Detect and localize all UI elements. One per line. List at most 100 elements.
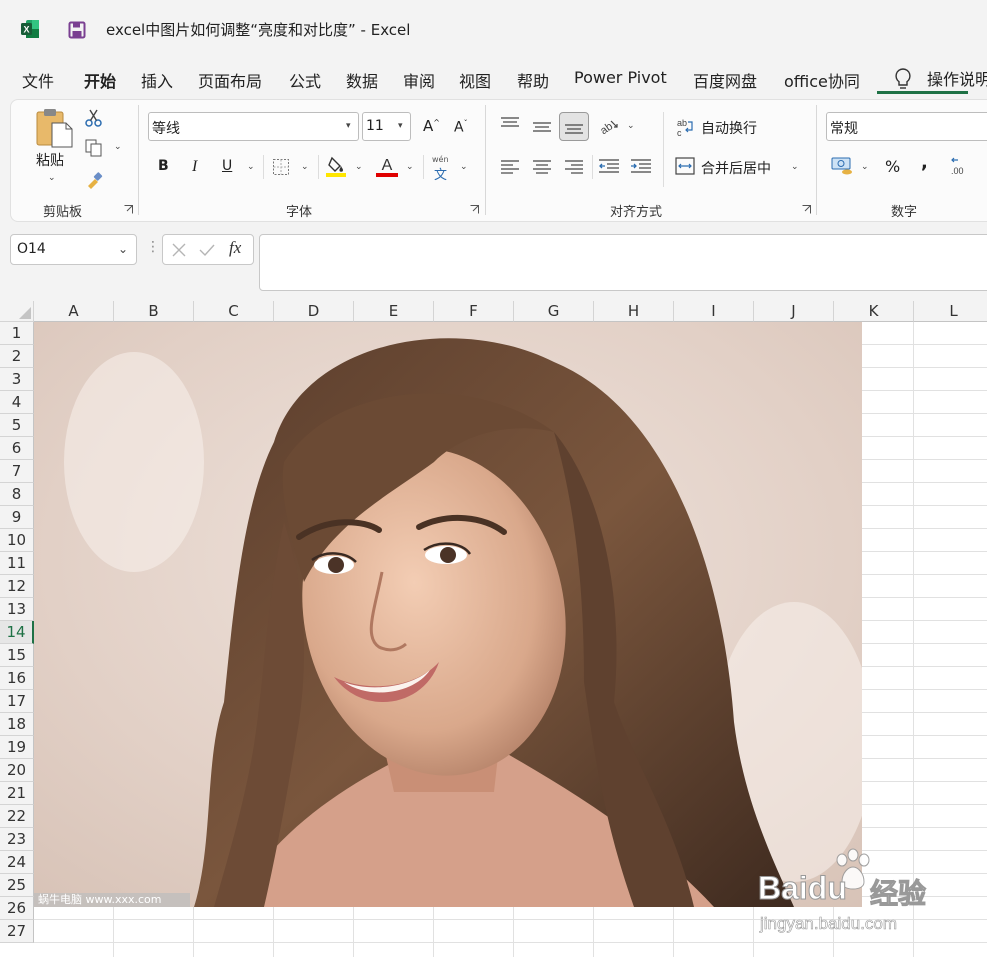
font-size-select[interactable]: 11 [362, 112, 411, 141]
underline-button[interactable]: U [222, 158, 232, 174]
align-right-icon[interactable] [564, 159, 584, 175]
copy-dropdown-icon[interactable]: ⌄ [114, 142, 122, 152]
font-color-icon[interactable]: A [376, 155, 398, 177]
font-launcher-icon[interactable] [470, 205, 479, 214]
insert-function-button[interactable]: fx [229, 238, 241, 258]
column-header-a[interactable]: A [34, 301, 114, 322]
row-header-22[interactable]: 22 [0, 805, 34, 828]
wrap-text-button[interactable]: 自动换行 [701, 118, 757, 138]
wrap-text-icon[interactable]: ab c [677, 117, 695, 137]
chevron-down-icon[interactable]: ▾ [346, 121, 351, 131]
increase-decimal-icon[interactable]: .00 [950, 156, 970, 176]
row-header-19[interactable]: 19 [0, 736, 34, 759]
chevron-down-icon[interactable]: ⌄ [355, 162, 363, 172]
row-header-26[interactable]: 26 [0, 897, 34, 920]
inserted-picture[interactable]: 蜗牛电脑 www.xxx.com [34, 322, 862, 907]
tab-tell-me[interactable]: 操作说明 [927, 66, 987, 90]
row-header-25[interactable]: 25 [0, 874, 34, 897]
chevron-down-icon[interactable]: ⌄ [460, 162, 468, 172]
align-top-icon[interactable] [500, 116, 520, 132]
align-middle-icon[interactable] [532, 119, 552, 135]
row-header-13[interactable]: 13 [0, 598, 34, 621]
tab-review[interactable]: 审阅 [403, 68, 435, 92]
clipboard-launcher-icon[interactable] [124, 205, 133, 214]
text-orientation-icon[interactable]: ab [598, 116, 620, 136]
fill-color-icon[interactable] [326, 155, 346, 177]
tab-insert[interactable]: 插入 [141, 68, 173, 92]
formula-bar-splitter[interactable]: ⋮ [146, 239, 160, 255]
row-header-27[interactable]: 27 [0, 920, 34, 943]
column-header-c[interactable]: C [194, 301, 274, 322]
decrease-indent-icon[interactable] [598, 158, 620, 176]
cut-icon[interactable] [84, 108, 104, 128]
font-name-select[interactable]: 等线 [148, 112, 359, 141]
row-header-23[interactable]: 23 [0, 828, 34, 851]
column-header-k[interactable]: K [834, 301, 914, 322]
copy-icon[interactable] [84, 138, 104, 158]
paste-icon[interactable] [34, 107, 74, 149]
cancel-icon[interactable] [170, 241, 188, 259]
decrease-font-icon[interactable]: Aˇ [454, 119, 468, 136]
row-header-17[interactable]: 17 [0, 690, 34, 713]
column-header-i[interactable]: I [674, 301, 754, 322]
align-bottom-button[interactable] [559, 112, 589, 141]
tab-view[interactable]: 视图 [459, 68, 491, 92]
increase-indent-icon[interactable] [630, 158, 652, 176]
row-header-15[interactable]: 15 [0, 644, 34, 667]
align-left-icon[interactable] [500, 159, 520, 175]
column-header-g[interactable]: G [514, 301, 594, 322]
row-header-9[interactable]: 9 [0, 506, 34, 529]
row-header-24[interactable]: 24 [0, 851, 34, 874]
tab-baidu-netdisk[interactable]: 百度网盘 [693, 68, 757, 92]
row-header-1[interactable]: 1 [0, 322, 34, 345]
tab-data[interactable]: 数据 [346, 68, 378, 92]
select-all-button[interactable] [0, 301, 34, 322]
row-header-11[interactable]: 11 [0, 552, 34, 575]
tab-formulas[interactable]: 公式 [289, 68, 321, 92]
chevron-down-icon[interactable]: ⌄ [861, 162, 869, 172]
tab-page-layout[interactable]: 页面布局 [198, 68, 262, 92]
tab-file[interactable]: 文件 [22, 68, 54, 92]
row-header-5[interactable]: 5 [0, 414, 34, 437]
tab-help[interactable]: 帮助 [517, 68, 549, 92]
format-painter-icon[interactable] [84, 170, 104, 190]
row-header-2[interactable]: 2 [0, 345, 34, 368]
row-header-6[interactable]: 6 [0, 437, 34, 460]
border-icon[interactable] [272, 158, 290, 176]
column-header-h[interactable]: H [594, 301, 674, 322]
column-header-d[interactable]: D [274, 301, 354, 322]
column-header-l[interactable]: L [914, 301, 987, 322]
tab-power-pivot[interactable]: Power Pivot [574, 68, 667, 87]
accounting-format-icon[interactable] [831, 156, 855, 176]
row-header-14[interactable]: 14 [0, 621, 34, 644]
merge-center-button[interactable]: 合并后居中 [701, 158, 771, 178]
chevron-down-icon[interactable]: ⌄ [247, 162, 255, 172]
formula-input[interactable] [259, 234, 987, 291]
row-header-20[interactable]: 20 [0, 759, 34, 782]
percent-style-button[interactable]: % [885, 157, 900, 176]
italic-button[interactable]: I [192, 158, 197, 176]
phonetic-icon[interactable]: wén [432, 155, 449, 164]
enter-check-icon[interactable] [198, 241, 216, 259]
chevron-down-icon[interactable]: ▾ [398, 121, 403, 131]
tab-office-collab[interactable]: office协同 [784, 68, 860, 92]
paste-label[interactable]: 粘贴 [36, 150, 64, 170]
column-header-f[interactable]: F [434, 301, 514, 322]
column-header-b[interactable]: B [114, 301, 194, 322]
column-header-j[interactable]: J [754, 301, 834, 322]
chevron-down-icon[interactable]: ⌄ [118, 242, 128, 256]
paste-dropdown-icon[interactable]: ⌄ [48, 173, 56, 183]
chevron-down-icon[interactable]: ⌄ [406, 162, 414, 172]
comma-style-button[interactable]: , [921, 152, 928, 173]
merge-center-icon[interactable] [675, 157, 695, 175]
chevron-down-icon[interactable]: ⌄ [301, 162, 309, 172]
column-header-e[interactable]: E [354, 301, 434, 322]
chevron-down-icon[interactable]: ⌄ [791, 162, 799, 172]
save-icon[interactable] [67, 20, 87, 40]
increase-font-icon[interactable]: A^ [423, 117, 440, 135]
row-header-7[interactable]: 7 [0, 460, 34, 483]
align-center-icon[interactable] [532, 159, 552, 175]
tab-home[interactable]: 开始 [84, 68, 116, 92]
number-format-select[interactable]: 常规 [826, 112, 987, 141]
row-header-4[interactable]: 4 [0, 391, 34, 414]
